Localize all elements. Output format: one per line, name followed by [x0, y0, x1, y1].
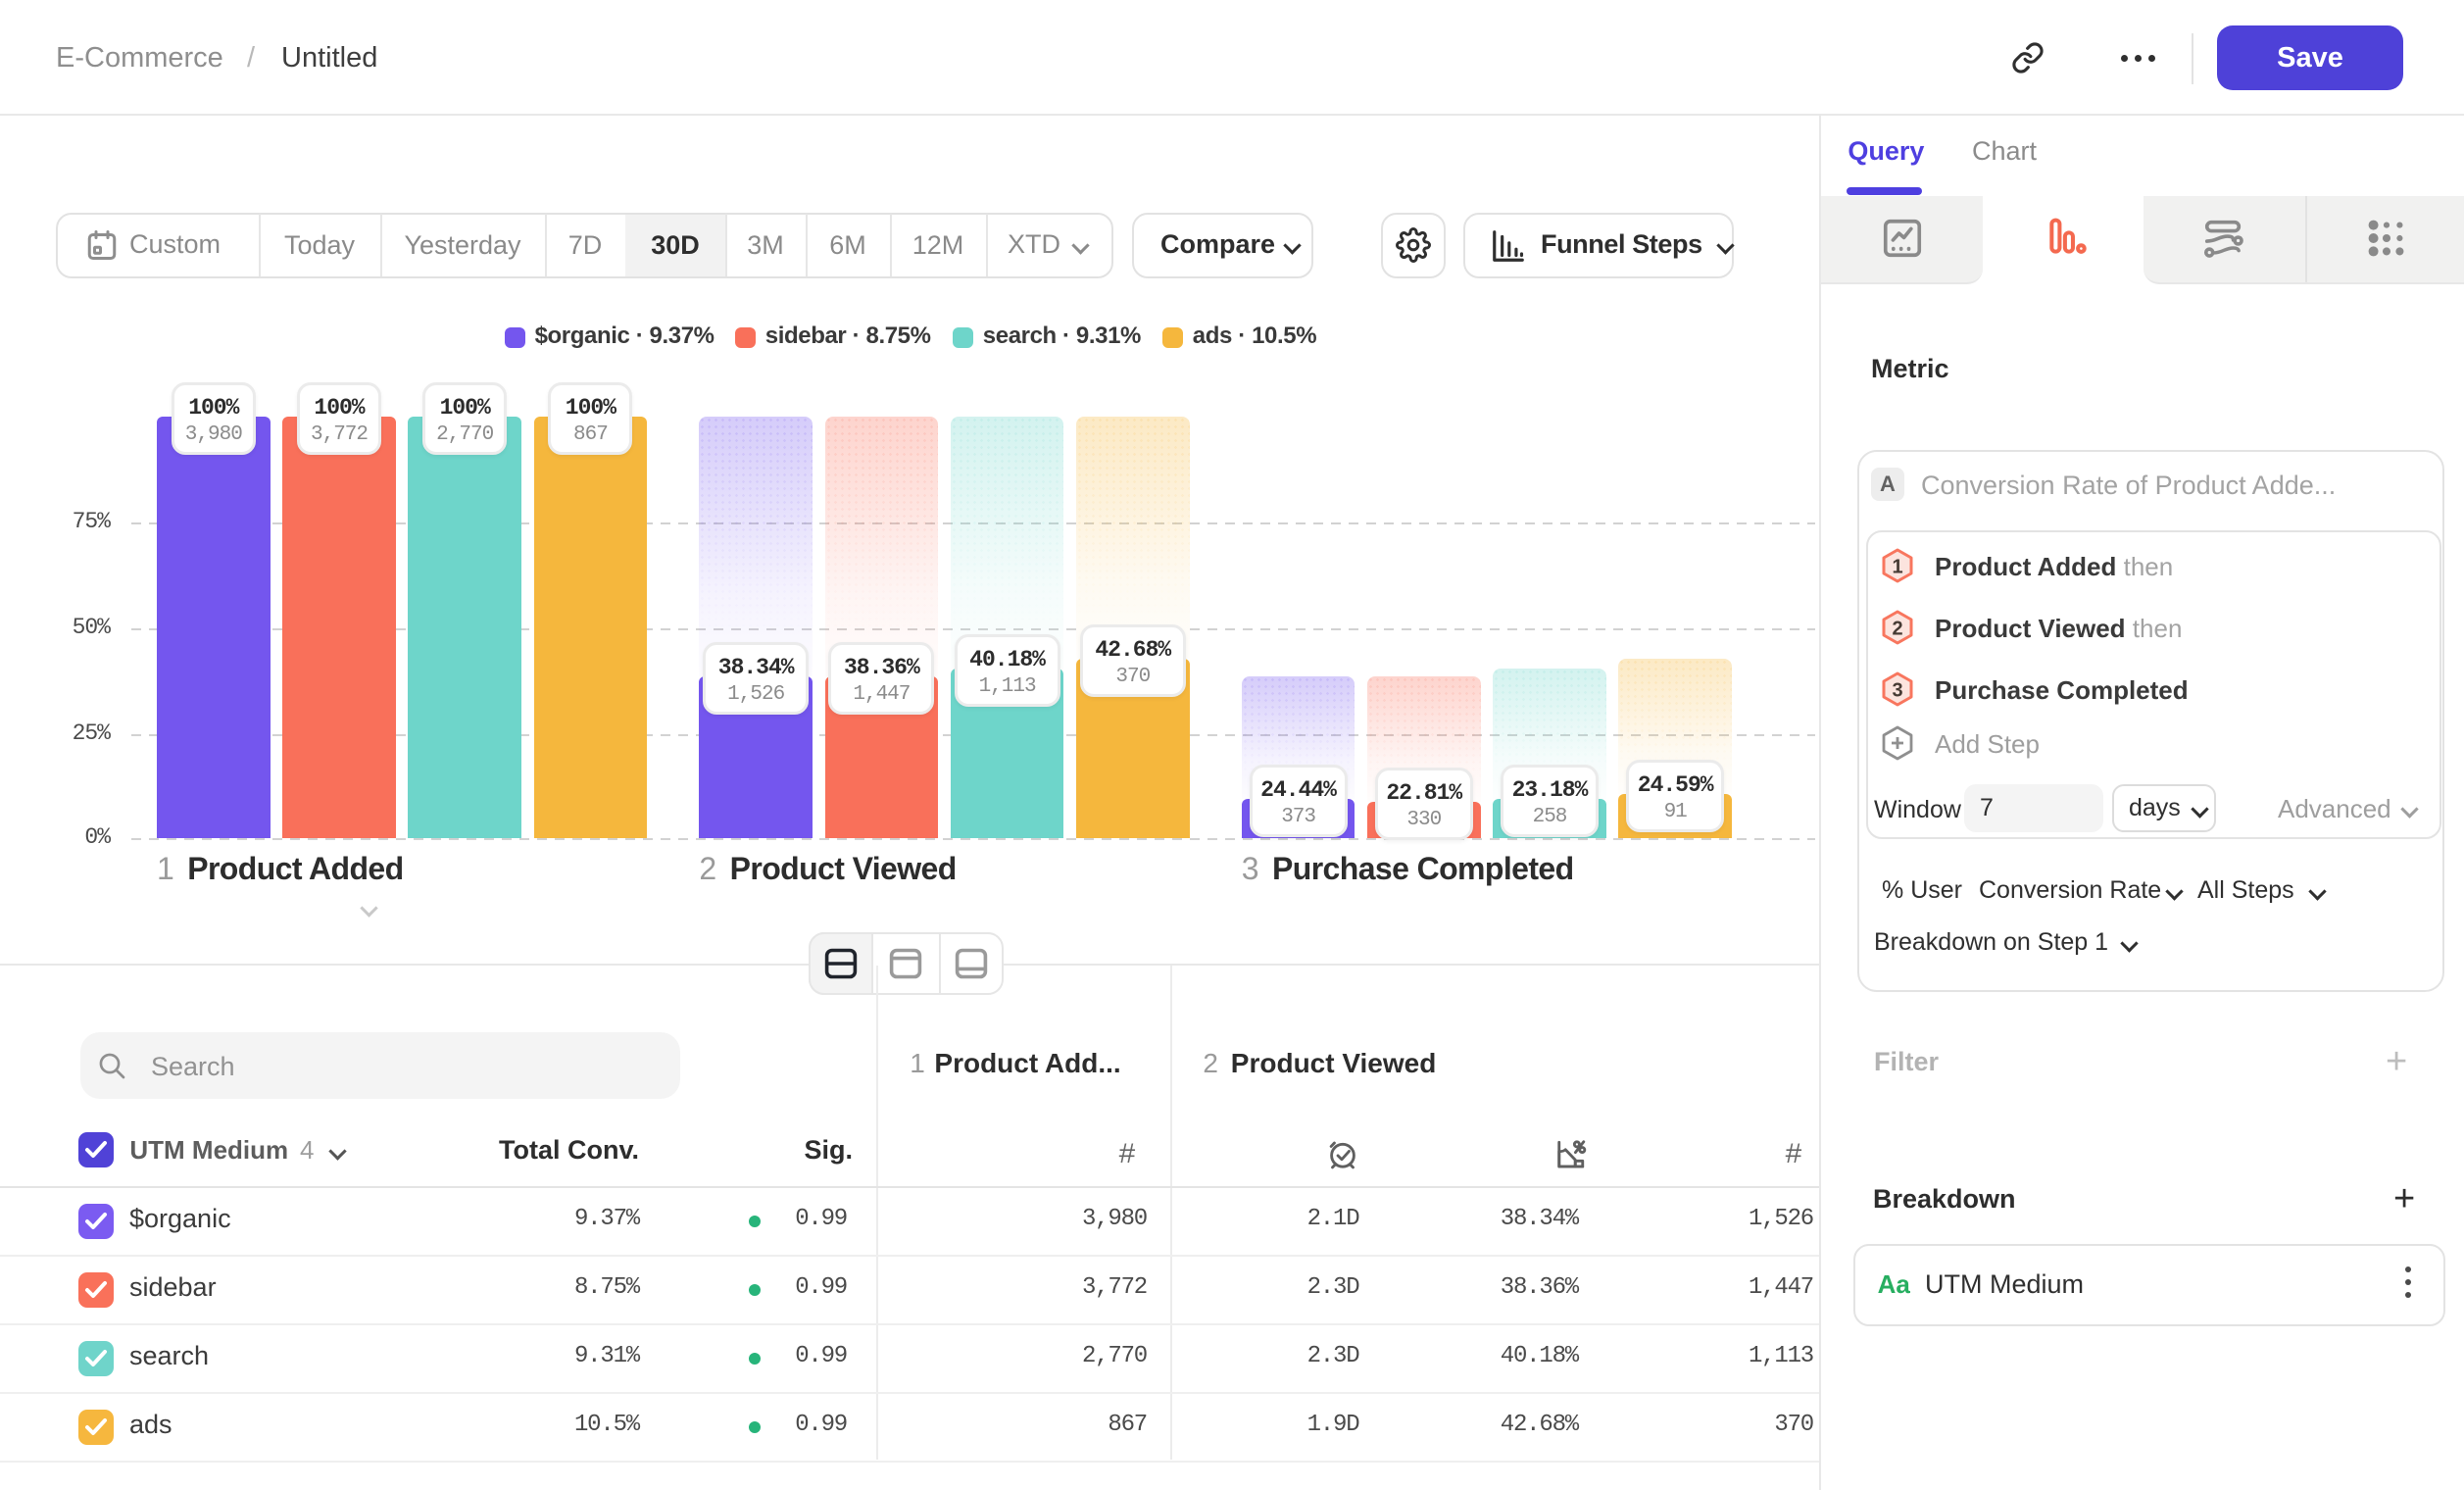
- svg-text:3: 3: [1893, 680, 1903, 702]
- svg-text:2: 2: [1893, 619, 1903, 640]
- svg-text:1: 1: [1893, 557, 1903, 578]
